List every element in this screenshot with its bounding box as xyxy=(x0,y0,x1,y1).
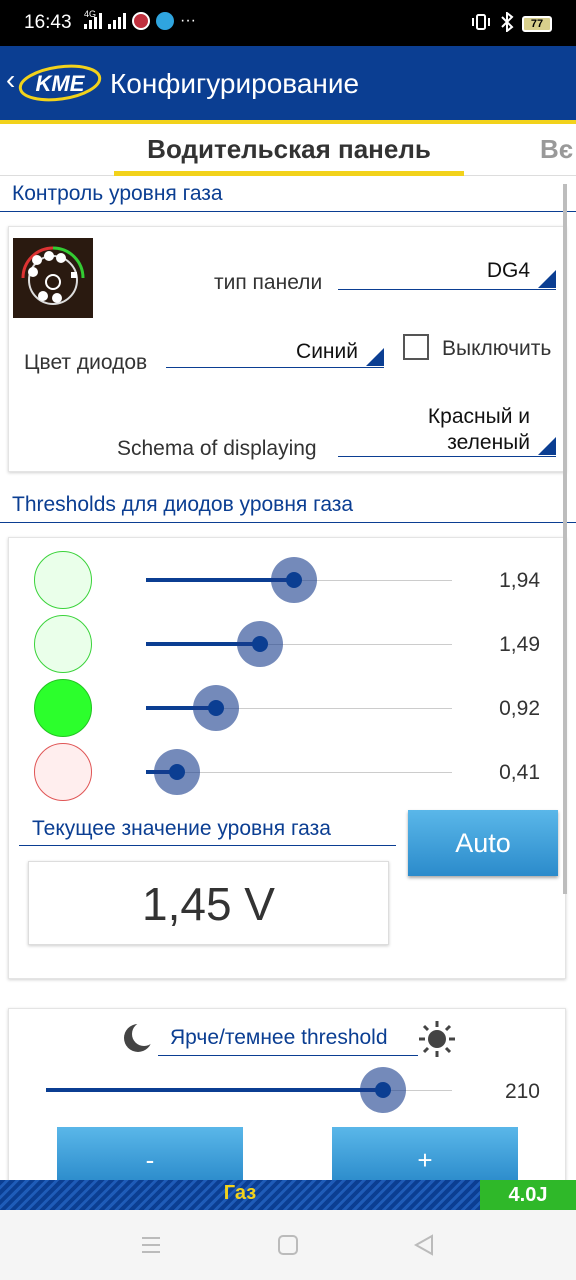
threshold-value-2: 1,49 xyxy=(499,633,540,656)
sun-icon xyxy=(418,1020,456,1063)
threshold-slider-thumb-2[interactable] xyxy=(251,636,268,652)
brightness-slider-thumb[interactable] xyxy=(374,1082,391,1098)
panel-type-dropdown-arrow-icon[interactable] xyxy=(538,270,556,288)
logo-text: KME xyxy=(36,71,86,96)
threshold-value-1: 1,94 xyxy=(499,569,540,592)
brightness-slider-fill xyxy=(46,1088,383,1092)
tab-driver-panel[interactable]: Водительская панель xyxy=(114,134,464,165)
schema-dropdown-arrow-icon[interactable] xyxy=(538,437,556,455)
threshold-led-2 xyxy=(34,615,92,673)
status-time: 16:43 xyxy=(24,12,72,33)
threshold-led-1 xyxy=(34,551,92,609)
tab-next[interactable]: Вє xyxy=(540,134,573,165)
threshold-led-3 xyxy=(34,679,92,737)
music-app-icon xyxy=(132,12,151,30)
current-gas-value: 1,45 V xyxy=(28,861,389,945)
status-bar: 16:43 4G ··· 77 xyxy=(0,0,576,46)
disable-label[interactable]: Выключить xyxy=(442,337,551,361)
status-right-icons: 77 xyxy=(470,10,552,36)
diode-color-dropdown-line xyxy=(166,367,384,368)
recent-apps-icon[interactable] xyxy=(140,1234,162,1261)
back-chevron-icon[interactable]: ‹ xyxy=(6,64,15,96)
brightness-value: 210 xyxy=(504,1080,540,1103)
tab-bar: Водительская панель xyxy=(0,124,576,176)
current-value-label: Текущее значение уровня газа xyxy=(32,817,331,840)
panel-type-dropdown-line xyxy=(338,289,556,290)
diode-color-label: Цвет диодов xyxy=(24,351,148,374)
fuel-label: Газ xyxy=(223,1182,257,1204)
vibrate-icon xyxy=(470,13,492,35)
battery-icon: 77 xyxy=(522,16,552,32)
network-type-label: 4G xyxy=(84,9,97,19)
plus-button[interactable]: + xyxy=(332,1127,518,1183)
threshold-value-4: 0,41 xyxy=(499,761,540,784)
brightness-underline xyxy=(158,1055,418,1056)
disable-checkbox[interactable] xyxy=(403,334,429,360)
cellular-signal-2-icon xyxy=(108,13,127,29)
section-thresholds: Thresholds для диодов уровня газа xyxy=(12,493,354,516)
diode-color-value[interactable]: Синий xyxy=(166,339,358,364)
schema-value-line2[interactable]: зеленый xyxy=(338,430,530,455)
section-gas-level-control: Контроль уровня газа xyxy=(12,182,223,205)
moon-icon xyxy=(122,1022,156,1059)
bluetooth-icon xyxy=(500,10,514,36)
diode-color-dropdown-arrow-icon[interactable] xyxy=(366,348,384,366)
current-value-underline xyxy=(19,845,396,846)
panel-type-label: тип панели xyxy=(214,271,323,294)
back-icon[interactable] xyxy=(413,1234,435,1261)
schema-label: Schema of displaying xyxy=(117,437,317,460)
telegram-icon xyxy=(156,12,175,30)
section-divider xyxy=(0,522,576,523)
schema-value-line1[interactable]: Красный и xyxy=(338,404,530,429)
panel-preview-image xyxy=(13,238,93,318)
scrollbar[interactable] xyxy=(563,184,567,894)
panel-type-value[interactable]: DG4 xyxy=(338,258,530,283)
more-notifications-icon: ··· xyxy=(180,12,196,29)
kme-logo[interactable]: KME xyxy=(16,62,102,104)
minus-button[interactable]: - xyxy=(57,1127,243,1183)
home-icon[interactable] xyxy=(277,1234,299,1261)
tab-active-indicator xyxy=(114,171,464,176)
section-divider xyxy=(0,211,576,212)
threshold-value-3: 0,92 xyxy=(499,697,540,720)
brightness-label: Ярче/темнее threshold xyxy=(170,1026,388,1049)
system-nav-bar xyxy=(0,1210,576,1280)
auto-button[interactable]: Auto xyxy=(408,810,558,876)
version-badge: 4.0J xyxy=(480,1180,576,1210)
threshold-led-4 xyxy=(34,743,92,801)
page-title: Конфигурирование xyxy=(110,68,360,99)
status-left-icons: 4G ··· xyxy=(84,9,196,30)
schema-dropdown-line xyxy=(338,456,556,457)
